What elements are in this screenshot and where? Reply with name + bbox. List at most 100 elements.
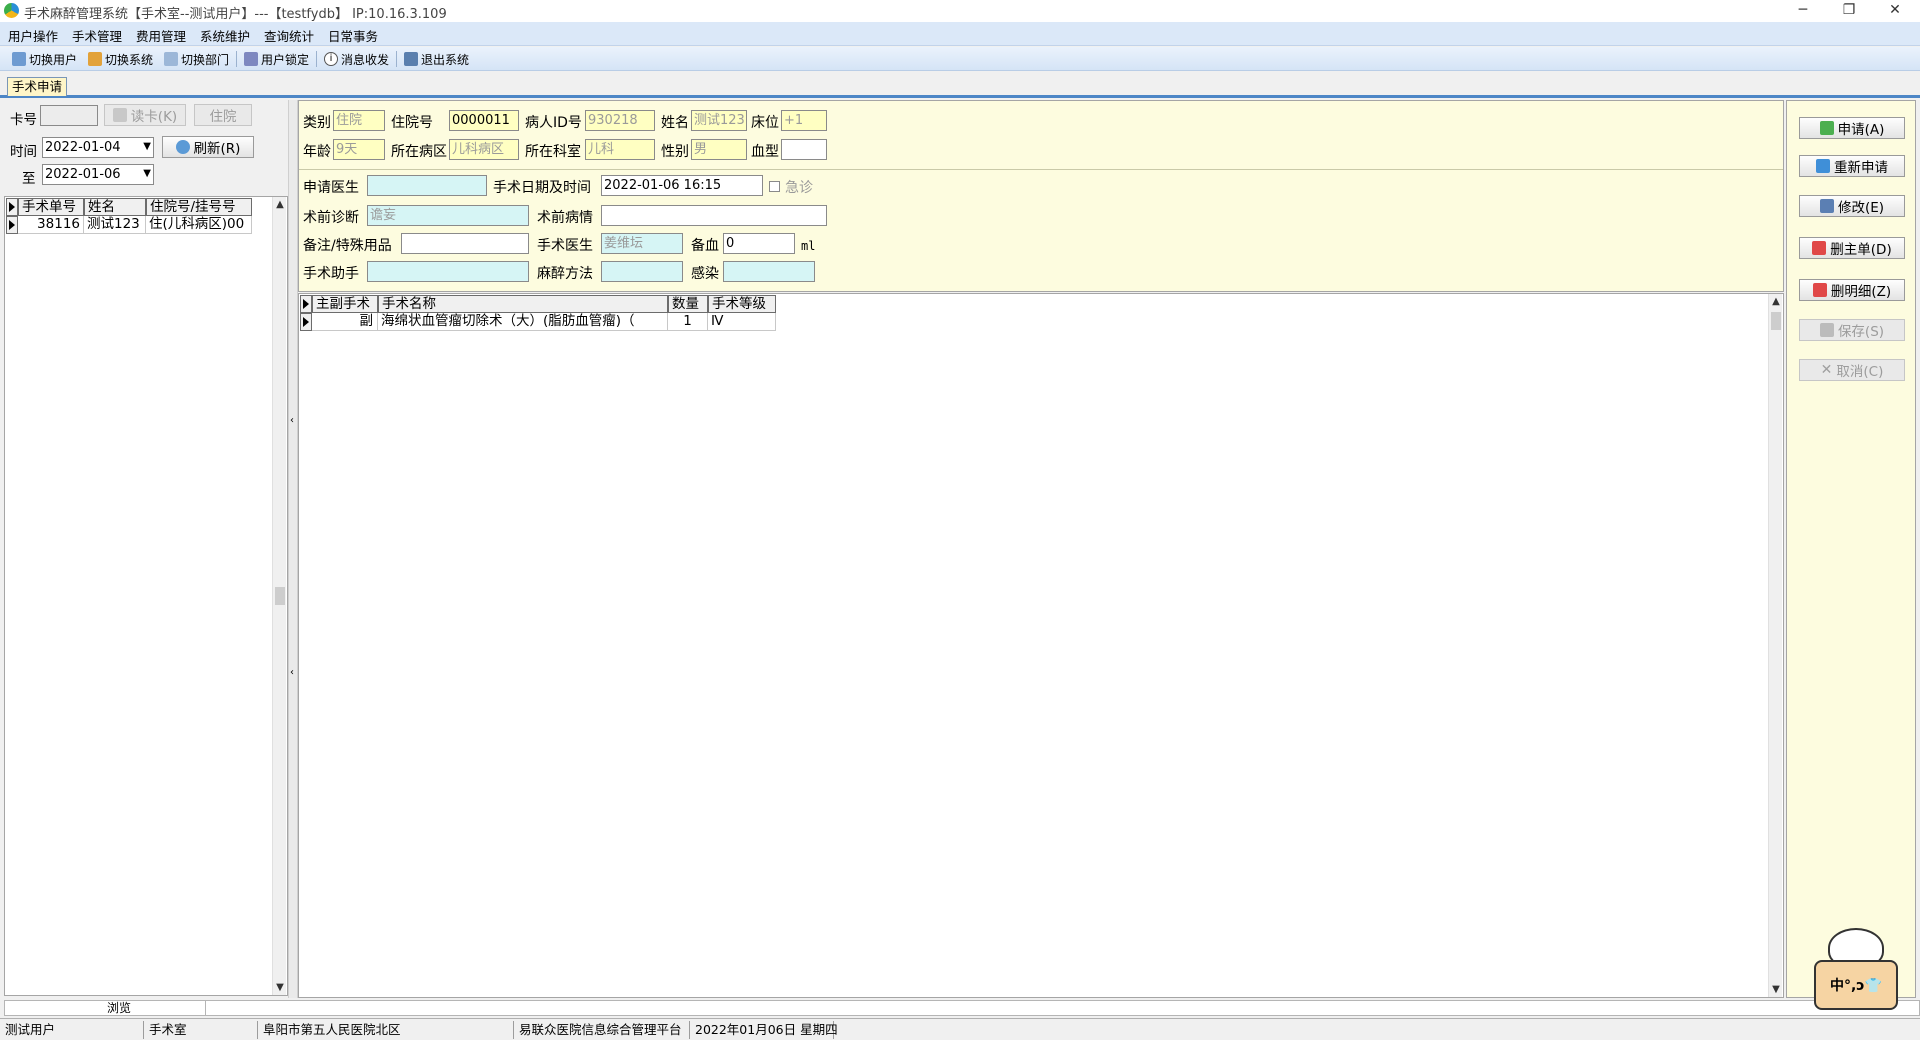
table-row-role[interactable]: 副 [312, 313, 378, 331]
table-row-level[interactable]: Ⅳ [708, 313, 776, 331]
close-button[interactable]: ✕ [1872, 0, 1918, 22]
switch-dept-button[interactable]: 切换部门 [164, 50, 229, 68]
department-icon [164, 52, 178, 66]
sex-field[interactable]: 男 [691, 139, 747, 160]
card-label: 卡号 [10, 112, 37, 128]
surgery-grid-scrollbar[interactable]: ▲ ▼ [1768, 294, 1782, 997]
switch-system-icon [88, 52, 102, 66]
minimize-button[interactable]: ─ [1780, 0, 1826, 22]
col-header-surgery-name[interactable]: 手术名称 [378, 295, 668, 313]
menu-fee-mgmt[interactable]: 费用管理 [136, 26, 186, 45]
row-selector-icon[interactable] [300, 313, 312, 331]
scroll-up-icon[interactable]: ▲ [1769, 296, 1783, 307]
left-list-scrollbar[interactable]: ▲ ▼ [272, 197, 286, 995]
chevron-down-icon[interactable]: ▼ [143, 138, 151, 155]
collapse-left-icon[interactable]: ‹ [290, 415, 294, 426]
type-label: 类别 [303, 115, 331, 131]
pre-condition-field[interactable] [601, 205, 827, 226]
apply-label: 申请(A) [1837, 122, 1885, 138]
bed-label: 床位 [751, 115, 779, 131]
scroll-down-icon[interactable]: ▼ [273, 982, 287, 993]
applicant-doctor-field[interactable] [367, 175, 487, 196]
status-date: 2022年01月06日 星期四 [692, 1021, 838, 1039]
sex-label: 性别 [661, 144, 689, 160]
date-from-picker[interactable]: 2022-01-04 ▼ [42, 137, 154, 158]
scroll-thumb[interactable] [1771, 312, 1781, 330]
menu-daily-affairs[interactable]: 日常事务 [328, 26, 378, 45]
browse-bar: 浏览 [4, 1000, 1920, 1016]
urgent-checkbox[interactable] [769, 181, 780, 192]
cancel-button[interactable]: ✕ 取消(C) [1799, 359, 1905, 381]
switch-system-button[interactable]: 切换系统 [88, 50, 153, 68]
menu-user-ops[interactable]: 用户操作 [8, 26, 58, 45]
col-header-reg-no[interactable]: 住院号/挂号号 [146, 198, 252, 216]
ime-widget[interactable]: 中°,ↄ👕 [1810, 920, 1902, 1014]
save-icon [1819, 323, 1834, 337]
inpatient-button[interactable]: 住院 [194, 104, 252, 126]
row-selector-icon[interactable] [6, 216, 18, 234]
scroll-up-icon[interactable]: ▲ [273, 199, 287, 210]
blood-prep-field[interactable]: 0 [723, 233, 795, 254]
infection-field[interactable] [723, 261, 815, 282]
chevron-down-icon[interactable]: ▼ [143, 165, 151, 182]
date-to-picker[interactable]: 2022-01-06 ▼ [42, 164, 154, 185]
pre-condition-label: 术前病情 [537, 210, 593, 226]
card-number-input[interactable] [40, 105, 98, 126]
notes-field[interactable] [401, 233, 529, 254]
col-header-surgery-no[interactable]: 手术单号 [18, 198, 84, 216]
collapse-left-icon[interactable]: ‹ [290, 667, 294, 678]
blood-type-field[interactable] [781, 139, 827, 160]
dept-label: 所在科室 [525, 144, 581, 160]
patient-id-field[interactable]: 930218 [585, 110, 655, 131]
delete-main-button[interactable]: 删主单(D) [1799, 237, 1905, 259]
status-bar: 测试用户 手术室 阜阳市第五人民医院北区 易联众医院信息综合管理平台 2022年… [0, 1018, 1920, 1040]
title-bar: 手术麻醉管理系统【手术室--测试用户】---【testfydb】 IP:10.1… [0, 0, 1920, 22]
table-row-surgery-name[interactable]: 海绵状血管瘤切除术（大）(脂肪血管瘤)（ [378, 313, 668, 331]
exit-system-button[interactable]: 退出系统 [404, 50, 469, 68]
restore-button[interactable]: ❐ [1826, 0, 1872, 22]
name-field[interactable]: 测试123 [691, 110, 747, 131]
table-row-quantity[interactable]: 1 [668, 313, 708, 331]
splitter[interactable]: ‹ ‹ [288, 100, 298, 998]
surgery-datetime-field[interactable]: 2022-01-06 16:15 [601, 175, 763, 196]
type-field[interactable]: 住院 [333, 110, 385, 131]
scroll-down-icon[interactable]: ▼ [1769, 984, 1783, 995]
pre-diagnosis-field[interactable]: 谵妄 [367, 205, 529, 226]
window-title: 手术麻醉管理系统【手术室--测试用户】---【testfydb】 IP:10.1… [24, 7, 447, 22]
messages-button[interactable]: i 消息收发 [324, 50, 389, 68]
surgeon-field[interactable]: 姜维坛 [601, 233, 683, 254]
table-row-surgery-no[interactable]: 38116 [18, 216, 84, 234]
refresh-label: 刷新(R) [193, 141, 241, 157]
switch-user-button[interactable]: 切换用户 [12, 50, 77, 68]
modify-button[interactable]: 修改(E) [1799, 195, 1905, 217]
menu-query-stats[interactable]: 查询统计 [264, 26, 314, 45]
save-button[interactable]: 保存(S) [1799, 319, 1905, 341]
menu-surgery-mgmt[interactable]: 手术管理 [72, 26, 122, 45]
delete-detail-button[interactable]: 删明细(Z) [1799, 279, 1905, 301]
scroll-thumb[interactable] [275, 587, 285, 605]
reapply-button[interactable]: 重新申请 [1799, 155, 1905, 177]
col-header-quantity[interactable]: 数量 [668, 295, 708, 313]
table-row-reg-no[interactable]: 住(儿科病区)00 [146, 216, 252, 234]
tab-surgery-application[interactable]: 手术申请 [7, 77, 68, 96]
age-field[interactable]: 9天 [333, 139, 385, 160]
dept-field[interactable]: 儿科 [585, 139, 655, 160]
assistant-field[interactable] [367, 261, 529, 282]
ime-status-box[interactable]: 中°,ↄ👕 [1814, 960, 1898, 1010]
toolbar-separator [316, 51, 317, 67]
bed-field[interactable]: +1 [781, 110, 827, 131]
menu-system-maint[interactable]: 系统维护 [200, 26, 250, 45]
read-card-button[interactable]: 读卡(K) [104, 104, 186, 126]
col-header-main-sub[interactable]: 主副手术 [312, 295, 378, 313]
apply-button[interactable]: 申请(A) [1799, 117, 1905, 139]
user-lock-button[interactable]: 用户锁定 [244, 50, 309, 68]
inpatient-no-field[interactable]: 0000011 [449, 110, 519, 131]
col-header-surgery-level[interactable]: 手术等级 [708, 295, 776, 313]
date-to-value: 2022-01-06 [45, 167, 121, 182]
col-header-name[interactable]: 姓名 [84, 198, 146, 216]
anesthesia-field[interactable] [601, 261, 683, 282]
table-row-name[interactable]: 测试123 [84, 216, 146, 234]
switch-system-label: 切换系统 [105, 52, 154, 67]
refresh-button[interactable]: 刷新(R) [162, 136, 254, 158]
ward-field[interactable]: 儿科病区 [449, 139, 519, 160]
